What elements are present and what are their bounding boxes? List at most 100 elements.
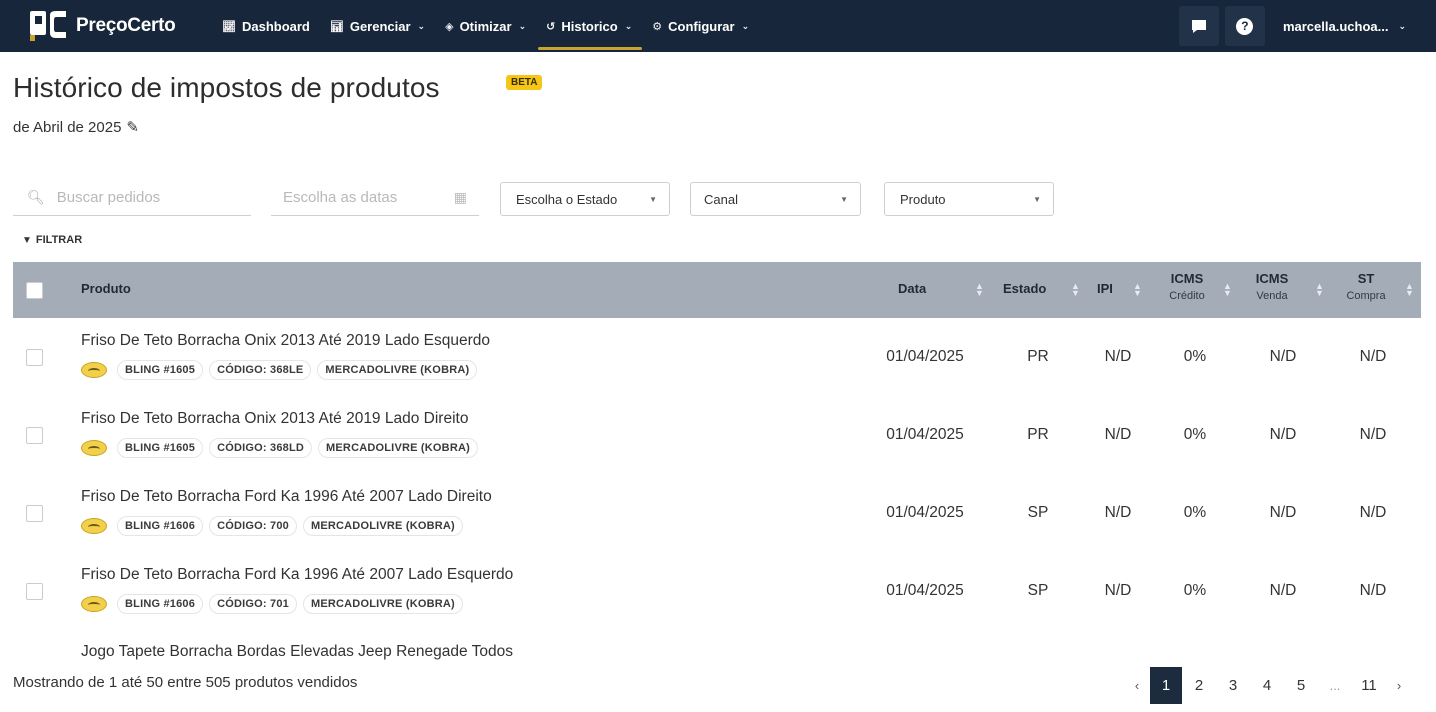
select-all-checkbox[interactable] (26, 282, 43, 299)
table-row: Friso De Teto Borracha Ford Ka 1996 Até … (13, 474, 1421, 552)
calendar-icon[interactable]: ▦ (454, 189, 467, 206)
sort-icon[interactable]: ▲ ▼ (1315, 282, 1324, 298)
header-date[interactable]: Data (898, 281, 926, 296)
partial-product-name: Jogo Tapete Borracha Bordas Elevadas Jee… (81, 643, 514, 660)
nav-right: ? marcella.uchoa... ⌄ (1178, 0, 1436, 52)
page-4-button[interactable]: 4 (1250, 667, 1284, 704)
table-row: Friso De Teto Borracha Ford Ka 1996 Até … (13, 552, 1421, 630)
header-state[interactable]: Estado (1003, 281, 1046, 296)
pagination: ‹ 1 2 3 4 5 ... 11 › (1124, 667, 1412, 704)
layers-icon: ◈ (445, 20, 454, 33)
date-input[interactable] (283, 189, 453, 206)
filter-button[interactable]: ▼ FILTRAR (22, 234, 82, 246)
prev-page-button[interactable]: ‹ (1124, 667, 1150, 704)
sort-icon[interactable]: ▲ ▼ (1133, 282, 1142, 298)
header-icms-credit[interactable]: ICMS Crédito (1159, 271, 1215, 302)
table-header: Produto Data ▲ ▼ Estado ▲ ▼ IPI ▲ ▼ ICMS Cr… (13, 262, 1421, 318)
chevron-down-icon: ⌄ (518, 20, 527, 31)
header-icms-credit-sub: Crédito (1169, 290, 1205, 302)
nav-otimizar-label: Otimizar (459, 18, 512, 34)
header-icms-credit-label: ICMS (1170, 271, 1204, 286)
period-label: de Abril de 2025 (13, 118, 122, 136)
chevron-down-icon: ⌄ (1398, 20, 1406, 31)
sort-icon[interactable]: ▲ ▼ (1223, 282, 1232, 298)
period-subtitle: de Abril de 2025 ✎ (13, 118, 139, 137)
channel-select-value: Canal (704, 191, 738, 207)
nav-otimizar[interactable]: ◈ Otimizar ⌄ (445, 0, 526, 52)
header-ipi[interactable]: IPI (1097, 281, 1113, 296)
help-button[interactable]: ? (1224, 6, 1265, 46)
code-tag: CÓDIGO: 700 (209, 516, 297, 536)
page-11-button[interactable]: 11 (1352, 667, 1386, 704)
code-tag: CÓDIGO: 368LE (209, 360, 312, 380)
row-checkbox[interactable] (26, 505, 43, 522)
product-select-value: Produto (900, 191, 946, 207)
chart-icon: 📈︎ (222, 20, 236, 33)
sort-icon[interactable]: ▲ ▼ (975, 282, 984, 298)
cell-icms-credit: 0% (1183, 504, 1207, 521)
chevron-down-icon: ⌄ (417, 20, 426, 31)
mercadolivre-icon (81, 518, 107, 534)
sort-icon[interactable]: ▲ ▼ (1071, 282, 1080, 298)
channel-select[interactable]: Canal ▼ (690, 182, 861, 216)
state-select-value: Escolha o Estado (516, 191, 618, 207)
row-checkbox[interactable] (26, 583, 43, 600)
product-tags: BLING #1605 CÓDIGO: 368LD MERCADOLIVRE (… (81, 438, 484, 458)
nav-historico-label: Historico (561, 18, 618, 34)
chevron-down-icon: ⌄ (741, 20, 750, 31)
page-ellipsis: ... (1329, 678, 1341, 693)
sort-icon[interactable]: ▲ ▼ (1405, 282, 1414, 298)
header-icms-sale-sub: Venda (1256, 290, 1288, 302)
channel-tag: MERCADOLIVRE (KOBRA) (317, 360, 478, 380)
page-2-button[interactable]: 2 (1182, 667, 1216, 704)
cell-state: PR (1027, 348, 1049, 365)
bling-tag: BLING #1606 (117, 516, 204, 536)
cell-state: PR (1027, 426, 1049, 443)
mercadolivre-icon (81, 440, 107, 456)
row-checkbox[interactable] (26, 349, 43, 366)
page-title: Histórico de impostos de produtos (13, 72, 440, 103)
nav-configurar[interactable]: ⚙ Configurar ⌄ (652, 0, 749, 52)
cell-date: 01/04/2025 (886, 348, 964, 365)
header-product[interactable]: Produto (81, 281, 131, 296)
row-checkbox[interactable] (26, 427, 43, 444)
chat-button[interactable] (1178, 6, 1219, 46)
header-st[interactable]: ST Compra (1335, 271, 1397, 302)
cell-icms-sale: N/D (1269, 426, 1297, 443)
cell-icms-credit: 0% (1183, 426, 1207, 443)
cell-icms-sale: N/D (1269, 348, 1297, 365)
next-page-button[interactable]: › (1386, 667, 1412, 704)
nav-dashboard[interactable]: 📈︎ Dashboard (222, 0, 310, 52)
channel-tag: MERCADOLIVRE (KOBRA) (318, 438, 478, 458)
caret-down-icon: ▼ (840, 194, 848, 204)
product-select[interactable]: Produto ▼ (884, 182, 1054, 216)
nav-historico[interactable]: ↺ Historico ⌄ (538, 0, 643, 52)
edit-icon[interactable]: ✎ (126, 118, 139, 136)
cell-icms-credit: 0% (1183, 582, 1207, 599)
search-input[interactable] (56, 189, 227, 206)
main-nav: 📈︎ Dashboard 📊︎ Gerenciar ⌄ ◈ Otimizar ⌄… (222, 0, 769, 52)
code-tag: CÓDIGO: 701 (209, 594, 297, 614)
product-name: Friso De Teto Borracha Onix 2013 Até 201… (81, 410, 469, 427)
brand-logo[interactable]: PreçoCerto (30, 10, 176, 42)
table-row: Friso De Teto Borracha Onix 2013 Até 201… (13, 318, 1421, 396)
user-menu[interactable]: marcella.uchoa... ⌄ (1283, 19, 1406, 34)
top-navbar: PreçoCerto 📈︎ Dashboard 📊︎ Gerenciar ⌄ ◈… (0, 0, 1436, 52)
page-5-button[interactable]: 5 (1284, 667, 1318, 704)
state-select[interactable]: Escolha o Estado ▼ (500, 182, 670, 216)
search-icon: 🔍︎ (27, 189, 45, 205)
cell-state: SP (1027, 504, 1049, 521)
nav-configurar-label: Configurar (668, 18, 735, 34)
code-tag: CÓDIGO: 368LD (209, 438, 313, 458)
page-3-button[interactable]: 3 (1216, 667, 1250, 704)
cell-date: 01/04/2025 (886, 504, 964, 521)
cell-st: N/D (1359, 348, 1387, 365)
caret-down-icon: ▼ (1033, 194, 1041, 204)
nav-gerenciar[interactable]: 📊︎ Gerenciar ⌄ (330, 0, 425, 52)
header-icms-sale[interactable]: ICMS Venda (1245, 271, 1299, 302)
cell-st: N/D (1359, 426, 1387, 443)
page-1-button[interactable]: 1 (1150, 667, 1182, 704)
results-summary: Mostrando de 1 até 50 entre 505 produtos… (13, 674, 358, 691)
bling-tag: BLING #1605 (117, 438, 204, 458)
help-icon: ? (1236, 17, 1254, 35)
